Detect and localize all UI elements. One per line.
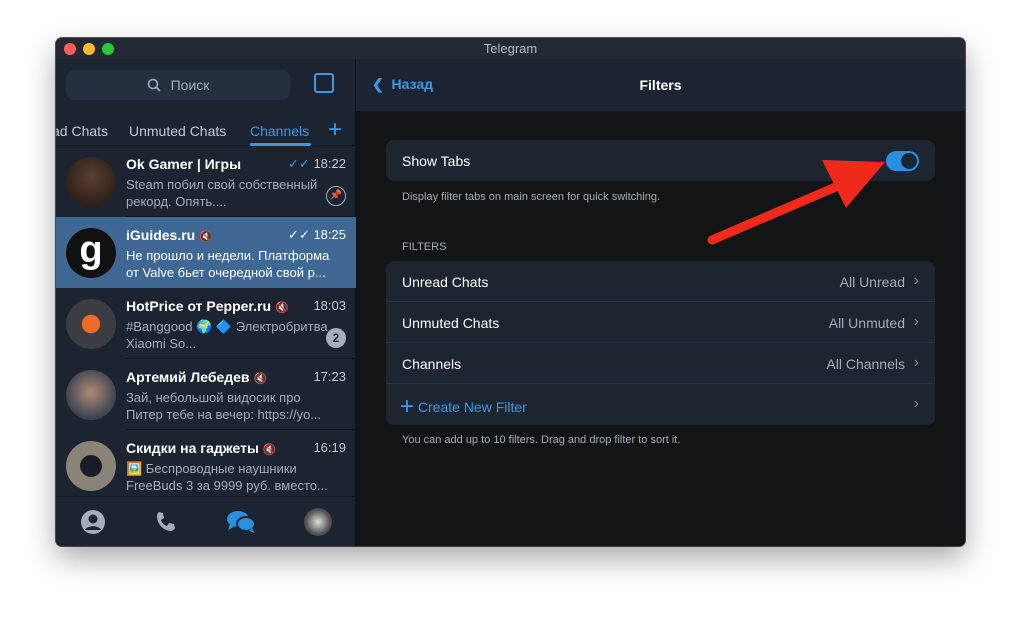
- annotation-arrow: [707, 160, 885, 245]
